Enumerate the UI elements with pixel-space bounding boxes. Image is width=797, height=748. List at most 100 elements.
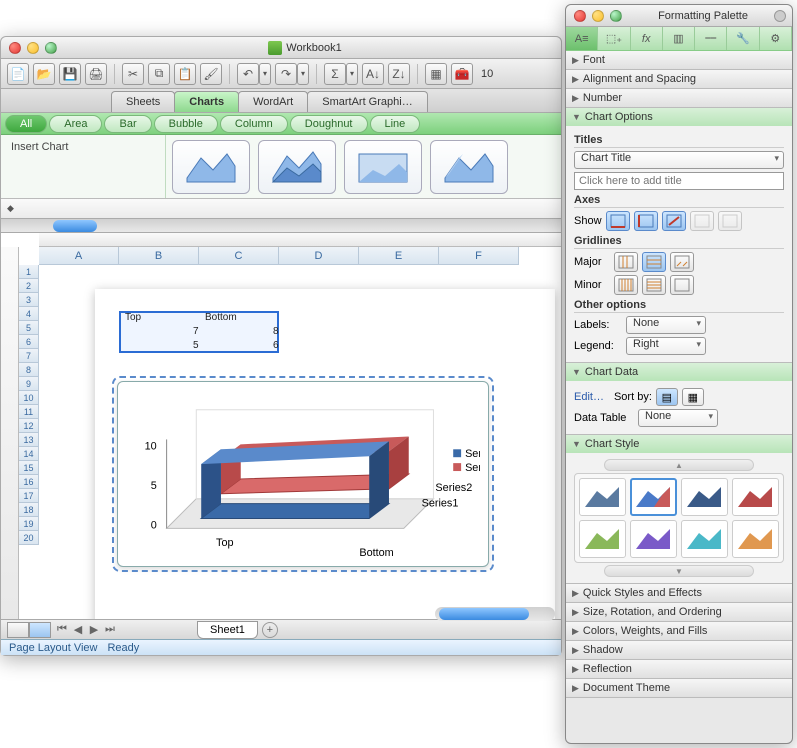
- col-header-f[interactable]: F: [439, 247, 519, 265]
- zoom-field[interactable]: 10: [481, 68, 493, 80]
- palette-tab-review[interactable]: ⎯⎯: [695, 27, 727, 50]
- datatable-select[interactable]: None: [638, 409, 718, 427]
- style-scroll-up[interactable]: ▲: [604, 459, 754, 471]
- sort-asc-button[interactable]: A↓: [362, 63, 384, 85]
- section-font[interactable]: ▶Font: [566, 51, 792, 69]
- row-header-3[interactable]: 3: [19, 293, 39, 307]
- row-headers[interactable]: 1234567891011121314151617181920: [19, 265, 39, 545]
- row-header-10[interactable]: 10: [19, 391, 39, 405]
- expand-icon[interactable]: ◆: [7, 203, 14, 214]
- category-line[interactable]: Line: [370, 115, 421, 133]
- section-shadow[interactable]: ▶Shadow: [566, 641, 792, 659]
- sort-desc-button[interactable]: Z↓: [388, 63, 410, 85]
- row-header-13[interactable]: 13: [19, 433, 39, 447]
- axis-y2-button[interactable]: [718, 211, 742, 231]
- section-reflection[interactable]: ▶Reflection: [566, 660, 792, 678]
- section-alignment[interactable]: ▶Alignment and Spacing: [566, 70, 792, 88]
- palette-tab-data[interactable]: ▥: [663, 27, 695, 50]
- redo-button[interactable]: ↷: [275, 63, 297, 85]
- section-size-rotation[interactable]: ▶Size, Rotation, and Ordering: [566, 603, 792, 621]
- category-all[interactable]: All: [5, 115, 47, 133]
- section-chart-style[interactable]: ▼Chart Style: [566, 435, 792, 453]
- spreadsheet-grid[interactable]: Top Bottom 7 8 5 6 0 5: [39, 265, 561, 629]
- tab-smartart[interactable]: SmartArt Graphi…: [307, 91, 427, 112]
- chart-type-area[interactable]: [172, 140, 250, 194]
- column-headers[interactable]: A B C D E F: [39, 247, 561, 265]
- palette-tab-tools[interactable]: 🔧: [727, 27, 759, 50]
- axis-y-button[interactable]: [634, 211, 658, 231]
- section-chart-options[interactable]: ▼Chart Options: [566, 108, 792, 126]
- toolbox-button[interactable]: 🧰: [451, 63, 473, 85]
- normal-view-button[interactable]: [7, 622, 29, 638]
- add-sheet-button[interactable]: +: [262, 622, 278, 638]
- axis-x-button[interactable]: [606, 211, 630, 231]
- col-header-c[interactable]: C: [199, 247, 279, 265]
- style-swatch-6[interactable]: [630, 520, 677, 558]
- col-header-e[interactable]: E: [359, 247, 439, 265]
- minor-depthgrid-button[interactable]: [670, 275, 694, 295]
- close-icon[interactable]: [9, 42, 21, 54]
- palette-tab-formatting[interactable]: A≡: [566, 27, 598, 50]
- row-header-11[interactable]: 11: [19, 405, 39, 419]
- first-sheet-button[interactable]: ⏮: [55, 623, 69, 636]
- style-swatch-4[interactable]: [732, 478, 779, 516]
- row-header-7[interactable]: 7: [19, 349, 39, 363]
- row-header-8[interactable]: 8: [19, 363, 39, 377]
- style-swatch-5[interactable]: [579, 520, 626, 558]
- undo-button[interactable]: ↶: [237, 63, 259, 85]
- major-hgrid-button[interactable]: [642, 252, 666, 272]
- col-header-a[interactable]: A: [39, 247, 119, 265]
- section-number[interactable]: ▶Number: [566, 89, 792, 107]
- row-header-12[interactable]: 12: [19, 419, 39, 433]
- category-bubble[interactable]: Bubble: [154, 115, 218, 133]
- format-painter-button[interactable]: 🖌: [200, 63, 222, 85]
- style-swatch-7[interactable]: [681, 520, 728, 558]
- sheet-tab[interactable]: Sheet1: [197, 621, 258, 639]
- major-vgrid-button[interactable]: [614, 252, 638, 272]
- palette-tab-object[interactable]: ⬚₊: [598, 27, 630, 50]
- chart-title-select[interactable]: Chart Title: [574, 151, 784, 169]
- row-header-16[interactable]: 16: [19, 475, 39, 489]
- category-bar[interactable]: Bar: [104, 115, 151, 133]
- zoom-icon[interactable]: [45, 42, 57, 54]
- cell-b1[interactable]: Top: [121, 311, 145, 324]
- save-button[interactable]: 💾: [59, 63, 81, 85]
- chart-type-area-100[interactable]: [344, 140, 422, 194]
- minor-hgrid-button[interactable]: [642, 275, 666, 295]
- next-sheet-button[interactable]: ▶: [87, 623, 101, 636]
- view-switcher[interactable]: [7, 622, 51, 638]
- row-header-15[interactable]: 15: [19, 461, 39, 475]
- row-header-20[interactable]: 20: [19, 531, 39, 545]
- autosum-dropdown[interactable]: ▾: [346, 63, 358, 85]
- prev-sheet-button[interactable]: ◀: [71, 623, 85, 636]
- cell-c1[interactable]: Bottom: [201, 311, 241, 324]
- palette-title-bar[interactable]: Formatting Palette: [566, 5, 792, 27]
- chart-type-area-3d[interactable]: [430, 140, 508, 194]
- style-swatch-2[interactable]: [630, 478, 677, 516]
- cell-c3[interactable]: 6: [269, 339, 283, 352]
- row-header-9[interactable]: 9: [19, 377, 39, 391]
- legend-select[interactable]: Right: [626, 337, 706, 355]
- horizontal-scrollbar[interactable]: [435, 607, 555, 621]
- open-button[interactable]: 📂: [33, 63, 55, 85]
- horizontal-scrollbar-top[interactable]: [1, 219, 561, 233]
- tab-charts[interactable]: Charts: [174, 91, 239, 112]
- col-header-b[interactable]: B: [119, 247, 199, 265]
- palette-minimize-icon[interactable]: [592, 10, 604, 22]
- section-chart-data[interactable]: ▼Chart Data: [566, 363, 792, 381]
- chart-object[interactable]: 0 5 10 Series1: [117, 381, 489, 567]
- paste-button[interactable]: 📋: [174, 63, 196, 85]
- cell-c2[interactable]: 8: [269, 325, 283, 338]
- tab-wordart[interactable]: WordArt: [238, 91, 308, 112]
- row-header-2[interactable]: 2: [19, 279, 39, 293]
- row-header-6[interactable]: 6: [19, 335, 39, 349]
- axis-x2-button[interactable]: [690, 211, 714, 231]
- minor-vgrid-button[interactable]: [614, 275, 638, 295]
- section-quick-styles[interactable]: ▶Quick Styles and Effects: [566, 584, 792, 602]
- sheet-nav[interactable]: ⏮ ◀ ▶ ⏭: [55, 623, 117, 636]
- cut-button[interactable]: ✂: [122, 63, 144, 85]
- palette-tab-formula[interactable]: fx: [631, 27, 663, 50]
- last-sheet-button[interactable]: ⏭: [103, 623, 117, 636]
- copy-button[interactable]: ⧉: [148, 63, 170, 85]
- category-column[interactable]: Column: [220, 115, 288, 133]
